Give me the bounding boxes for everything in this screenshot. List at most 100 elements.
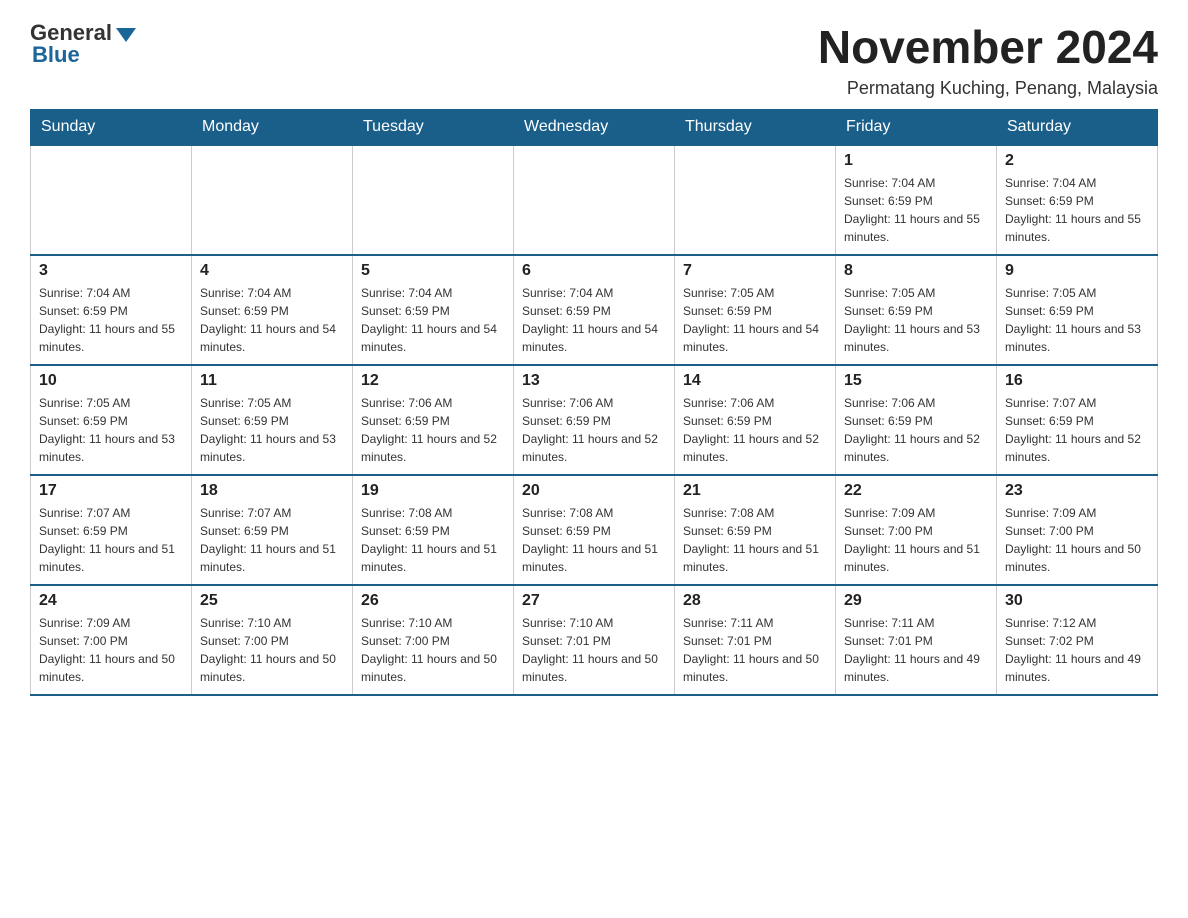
day-number: 7 xyxy=(683,262,827,280)
day-info: Sunrise: 7:11 AMSunset: 7:01 PMDaylight:… xyxy=(844,614,988,686)
day-number: 25 xyxy=(200,592,344,610)
calendar-cell: 15 Sunrise: 7:06 AMSunset: 6:59 PMDayligh… xyxy=(836,365,997,475)
calendar-cell xyxy=(353,145,514,255)
day-info: Sunrise: 7:09 AMSunset: 7:00 PMDaylight:… xyxy=(844,504,988,576)
calendar-cell: 5Sunrise: 7:04 AMSunset: 6:59 PMDaylight… xyxy=(353,255,514,365)
day-number: 21 xyxy=(683,482,827,500)
calendar-header-monday: Monday xyxy=(192,110,353,146)
day-info: Sunrise: 7:06 AMSunset: 6:59 PMDaylight:… xyxy=(844,394,988,466)
calendar-cell: 14 Sunrise: 7:06 AMSunset: 6:59 PMDayligh… xyxy=(675,365,836,475)
day-number: 9 xyxy=(1005,262,1149,280)
day-number: 5 xyxy=(361,262,505,280)
calendar-header-sunday: Sunday xyxy=(31,110,192,146)
day-number: 30 xyxy=(1005,592,1149,610)
calendar-cell: 28 Sunrise: 7:11 AMSunset: 7:01 PMDayligh… xyxy=(675,585,836,695)
calendar-cell: 13 Sunrise: 7:06 AMSunset: 6:59 PMDayligh… xyxy=(514,365,675,475)
day-number: 8 xyxy=(844,262,988,280)
day-info: Sunrise: 7:10 AMSunset: 7:00 PMDaylight:… xyxy=(200,614,344,686)
calendar-cell: 7 Sunrise: 7:05 AMSunset: 6:59 PMDaylight… xyxy=(675,255,836,365)
day-number: 4 xyxy=(200,262,344,280)
calendar-cell: 18 Sunrise: 7:07 AMSunset: 6:59 PMDayligh… xyxy=(192,475,353,585)
day-info: Sunrise: 7:07 AMSunset: 6:59 PMDaylight:… xyxy=(1005,394,1149,466)
day-info: Sunrise: 7:09 AMSunset: 7:00 PMDaylight:… xyxy=(1005,504,1149,576)
day-info: Sunrise: 7:08 AMSunset: 6:59 PMDaylight:… xyxy=(683,504,827,576)
calendar-cell: 21 Sunrise: 7:08 AMSunset: 6:59 PMDayligh… xyxy=(675,475,836,585)
day-number: 17 xyxy=(39,482,183,500)
calendar-cell xyxy=(514,145,675,255)
calendar-cell xyxy=(675,145,836,255)
day-info: Sunrise: 7:10 AMSunset: 7:01 PMDaylight:… xyxy=(522,614,666,686)
calendar-week-2: 3 Sunrise: 7:04 AMSunset: 6:59 PMDaylight… xyxy=(31,255,1158,365)
day-info: Sunrise: 7:06 AMSunset: 6:59 PMDaylight:… xyxy=(522,394,666,466)
day-info: Sunrise: 7:09 AMSunset: 7:00 PMDaylight:… xyxy=(39,614,183,686)
logo-blue-text: Blue xyxy=(32,42,80,68)
calendar-cell: 26Sunrise: 7:10 AMSunset: 7:00 PMDayligh… xyxy=(353,585,514,695)
day-info: Sunrise: 7:08 AMSunset: 6:59 PMDaylight:… xyxy=(361,504,505,576)
day-info: Sunrise: 7:04 AMSunset: 6:59 PMDaylight:… xyxy=(39,284,183,356)
calendar-cell: 27Sunrise: 7:10 AMSunset: 7:01 PMDayligh… xyxy=(514,585,675,695)
day-info: Sunrise: 7:11 AMSunset: 7:01 PMDaylight:… xyxy=(683,614,827,686)
day-number: 15 xyxy=(844,372,988,390)
calendar-cell: 23 Sunrise: 7:09 AMSunset: 7:00 PMDayligh… xyxy=(997,475,1158,585)
day-info: Sunrise: 7:04 AMSunset: 6:59 PMDaylight:… xyxy=(844,174,988,246)
calendar-cell xyxy=(31,145,192,255)
day-number: 29 xyxy=(844,592,988,610)
logo-arrow-icon xyxy=(116,28,136,42)
day-number: 3 xyxy=(39,262,183,280)
day-info: Sunrise: 7:04 AMSunset: 6:59 PMDaylight:… xyxy=(1005,174,1149,246)
day-info: Sunrise: 7:08 AMSunset: 6:59 PMDaylight:… xyxy=(522,504,666,576)
day-info: Sunrise: 7:05 AMSunset: 6:59 PMDaylight:… xyxy=(844,284,988,356)
calendar-cell xyxy=(192,145,353,255)
day-info: Sunrise: 7:06 AMSunset: 6:59 PMDaylight:… xyxy=(361,394,505,466)
day-info: Sunrise: 7:04 AMSunset: 6:59 PMDaylight:… xyxy=(200,284,344,356)
calendar-header-thursday: Thursday xyxy=(675,110,836,146)
day-number: 10 xyxy=(39,372,183,390)
calendar-cell: 11 Sunrise: 7:05 AMSunset: 6:59 PMDayligh… xyxy=(192,365,353,475)
day-info: Sunrise: 7:05 AMSunset: 6:59 PMDaylight:… xyxy=(683,284,827,356)
day-number: 11 xyxy=(200,372,344,390)
calendar-header-saturday: Saturday xyxy=(997,110,1158,146)
day-number: 23 xyxy=(1005,482,1149,500)
day-number: 19 xyxy=(361,482,505,500)
calendar-cell: 20 Sunrise: 7:08 AMSunset: 6:59 PMDayligh… xyxy=(514,475,675,585)
day-info: Sunrise: 7:05 AMSunset: 6:59 PMDaylight:… xyxy=(1005,284,1149,356)
day-number: 14 xyxy=(683,372,827,390)
calendar-cell: 17 Sunrise: 7:07 AMSunset: 6:59 PMDayligh… xyxy=(31,475,192,585)
title-area: November 2024 Permatang Kuching, Penang,… xyxy=(818,20,1158,99)
day-info: Sunrise: 7:04 AMSunset: 6:59 PMDaylight:… xyxy=(522,284,666,356)
day-number: 24 xyxy=(39,592,183,610)
day-number: 13 xyxy=(522,372,666,390)
day-info: Sunrise: 7:05 AMSunset: 6:59 PMDaylight:… xyxy=(39,394,183,466)
calendar-week-1: 1 Sunrise: 7:04 AMSunset: 6:59 PMDaylight… xyxy=(31,145,1158,255)
day-number: 20 xyxy=(522,482,666,500)
day-info: Sunrise: 7:12 AMSunset: 7:02 PMDaylight:… xyxy=(1005,614,1149,686)
day-number: 16 xyxy=(1005,372,1149,390)
calendar-cell: 6Sunrise: 7:04 AMSunset: 6:59 PMDaylight… xyxy=(514,255,675,365)
month-title: November 2024 xyxy=(818,20,1158,74)
calendar-header-wednesday: Wednesday xyxy=(514,110,675,146)
day-number: 1 xyxy=(844,152,988,170)
page-header: General Blue November 2024 Permatang Kuc… xyxy=(30,20,1158,99)
day-number: 12 xyxy=(361,372,505,390)
calendar-cell: 4 Sunrise: 7:04 AMSunset: 6:59 PMDaylight… xyxy=(192,255,353,365)
calendar-week-4: 17 Sunrise: 7:07 AMSunset: 6:59 PMDayligh… xyxy=(31,475,1158,585)
calendar-cell: 2 Sunrise: 7:04 AMSunset: 6:59 PMDaylight… xyxy=(997,145,1158,255)
calendar-header-friday: Friday xyxy=(836,110,997,146)
day-info: Sunrise: 7:10 AMSunset: 7:00 PMDaylight:… xyxy=(361,614,505,686)
calendar-cell: 10 Sunrise: 7:05 AMSunset: 6:59 PMDayligh… xyxy=(31,365,192,475)
location: Permatang Kuching, Penang, Malaysia xyxy=(818,78,1158,99)
day-info: Sunrise: 7:07 AMSunset: 6:59 PMDaylight:… xyxy=(39,504,183,576)
day-info: Sunrise: 7:05 AMSunset: 6:59 PMDaylight:… xyxy=(200,394,344,466)
calendar-cell: 25 Sunrise: 7:10 AMSunset: 7:00 PMDayligh… xyxy=(192,585,353,695)
calendar-cell: 22Sunrise: 7:09 AMSunset: 7:00 PMDayligh… xyxy=(836,475,997,585)
calendar-cell: 30 Sunrise: 7:12 AMSunset: 7:02 PMDayligh… xyxy=(997,585,1158,695)
calendar-cell: 1 Sunrise: 7:04 AMSunset: 6:59 PMDaylight… xyxy=(836,145,997,255)
calendar-week-3: 10 Sunrise: 7:05 AMSunset: 6:59 PMDayligh… xyxy=(31,365,1158,475)
day-number: 2 xyxy=(1005,152,1149,170)
logo: General Blue xyxy=(30,20,136,68)
calendar-cell: 12 Sunrise: 7:06 AMSunset: 6:59 PMDayligh… xyxy=(353,365,514,475)
day-info: Sunrise: 7:06 AMSunset: 6:59 PMDaylight:… xyxy=(683,394,827,466)
day-info: Sunrise: 7:07 AMSunset: 6:59 PMDaylight:… xyxy=(200,504,344,576)
day-number: 18 xyxy=(200,482,344,500)
day-number: 28 xyxy=(683,592,827,610)
